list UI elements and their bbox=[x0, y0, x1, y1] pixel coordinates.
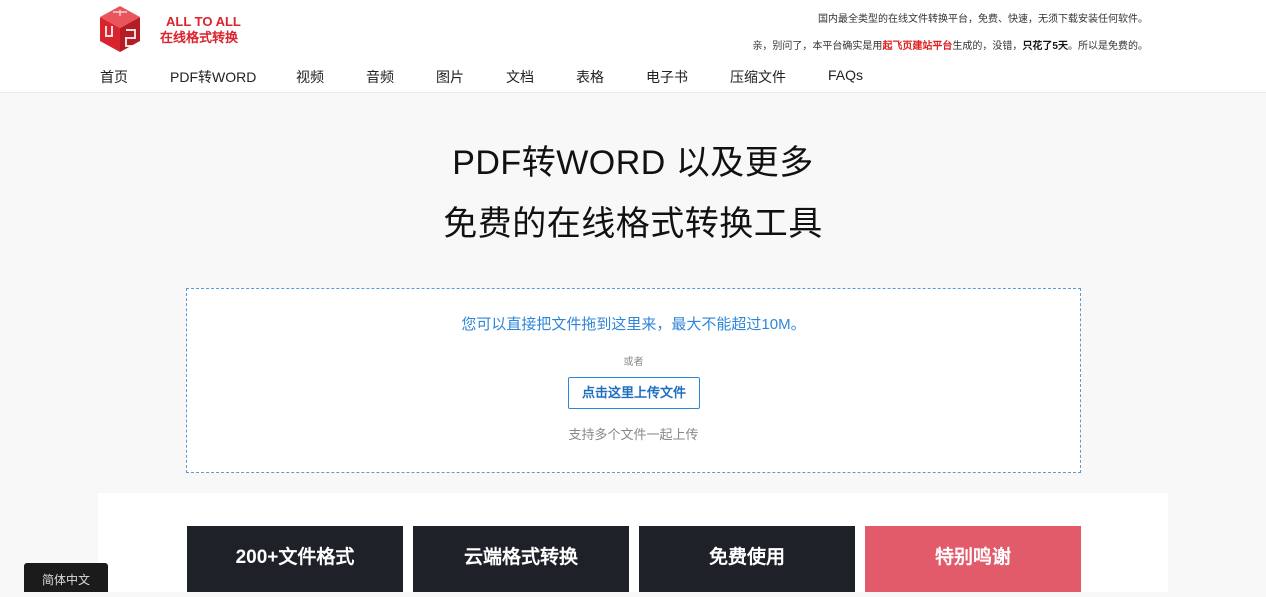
tagline-suffix: 。所以是免费的。 bbox=[1068, 41, 1148, 52]
tagline-link[interactable]: 起飞页建站平台 bbox=[882, 41, 952, 52]
dropzone-hint: 您可以直接把文件拖到这里来，最大不能超过10M。 bbox=[461, 316, 806, 333]
nav-item-audio[interactable]: 音频 bbox=[366, 67, 394, 87]
header-tagline-1: 国内最全类型的在线文件转换平台，免费、快速，无须下载安装任何软件。 bbox=[818, 14, 1148, 25]
hero-title: PDF转WORD 以及更多 bbox=[452, 144, 814, 182]
feature-card-cloud[interactable]: 云端格式转换 bbox=[413, 526, 629, 592]
logo-cube-icon[interactable] bbox=[96, 4, 144, 54]
header-tagline-2: 亲，别问了，本平台确实是用起飞页建站平台生成的，没错，只花了5天。所以是免费的。 bbox=[752, 37, 1148, 52]
nav-item-video[interactable]: 视频 bbox=[296, 67, 324, 87]
nav-item-home[interactable]: 首页 bbox=[100, 67, 128, 87]
tagline-bold: 只花了5天 bbox=[1022, 41, 1068, 52]
brand-name-cn: 在线格式转换 bbox=[160, 30, 239, 45]
feature-card-formats[interactable]: 200+文件格式 bbox=[187, 526, 403, 592]
nav-item-ebook[interactable]: 电子书 bbox=[646, 67, 688, 87]
upload-button[interactable]: 点击这里上传文件 bbox=[568, 377, 700, 409]
tagline-prefix: 亲，别问了，本平台确实是用 bbox=[752, 41, 883, 52]
site-header: ALL TO ALL 在线格式转换 国内最全类型的在线文件转换平台，免费、快速，… bbox=[0, 0, 1266, 93]
multi-upload-note: 支持多个文件一起上传 bbox=[568, 427, 699, 442]
nav-item-archive[interactable]: 压缩文件 bbox=[730, 67, 786, 87]
brand-name-en: ALL TO ALL bbox=[166, 14, 241, 29]
upload-dropzone[interactable]: 您可以直接把文件拖到这里来，最大不能超过10M。 或者 点击这里上传文件 支持多… bbox=[186, 288, 1081, 473]
nav-item-document[interactable]: 文档 bbox=[506, 67, 534, 87]
nav-item-faqs[interactable]: FAQs bbox=[828, 67, 863, 83]
nav-item-pdf-to-word[interactable]: PDF转WORD bbox=[170, 67, 256, 87]
nav-item-image[interactable]: 图片 bbox=[436, 67, 464, 87]
nav-item-spreadsheet[interactable]: 表格 bbox=[576, 67, 604, 87]
language-selector[interactable]: 简体中文 bbox=[24, 563, 108, 592]
feature-card-thanks[interactable]: 特别鸣谢 bbox=[865, 526, 1081, 592]
hero-subtitle: 免费的在线格式转换工具 bbox=[443, 205, 823, 243]
brand-logo-text[interactable]: ALL TO ALL 在线格式转换 bbox=[160, 14, 241, 46]
tagline-mid: 生成的，没错， bbox=[952, 41, 1023, 52]
feature-card-free[interactable]: 免费使用 bbox=[639, 526, 855, 592]
dropzone-or: 或者 bbox=[623, 357, 644, 368]
